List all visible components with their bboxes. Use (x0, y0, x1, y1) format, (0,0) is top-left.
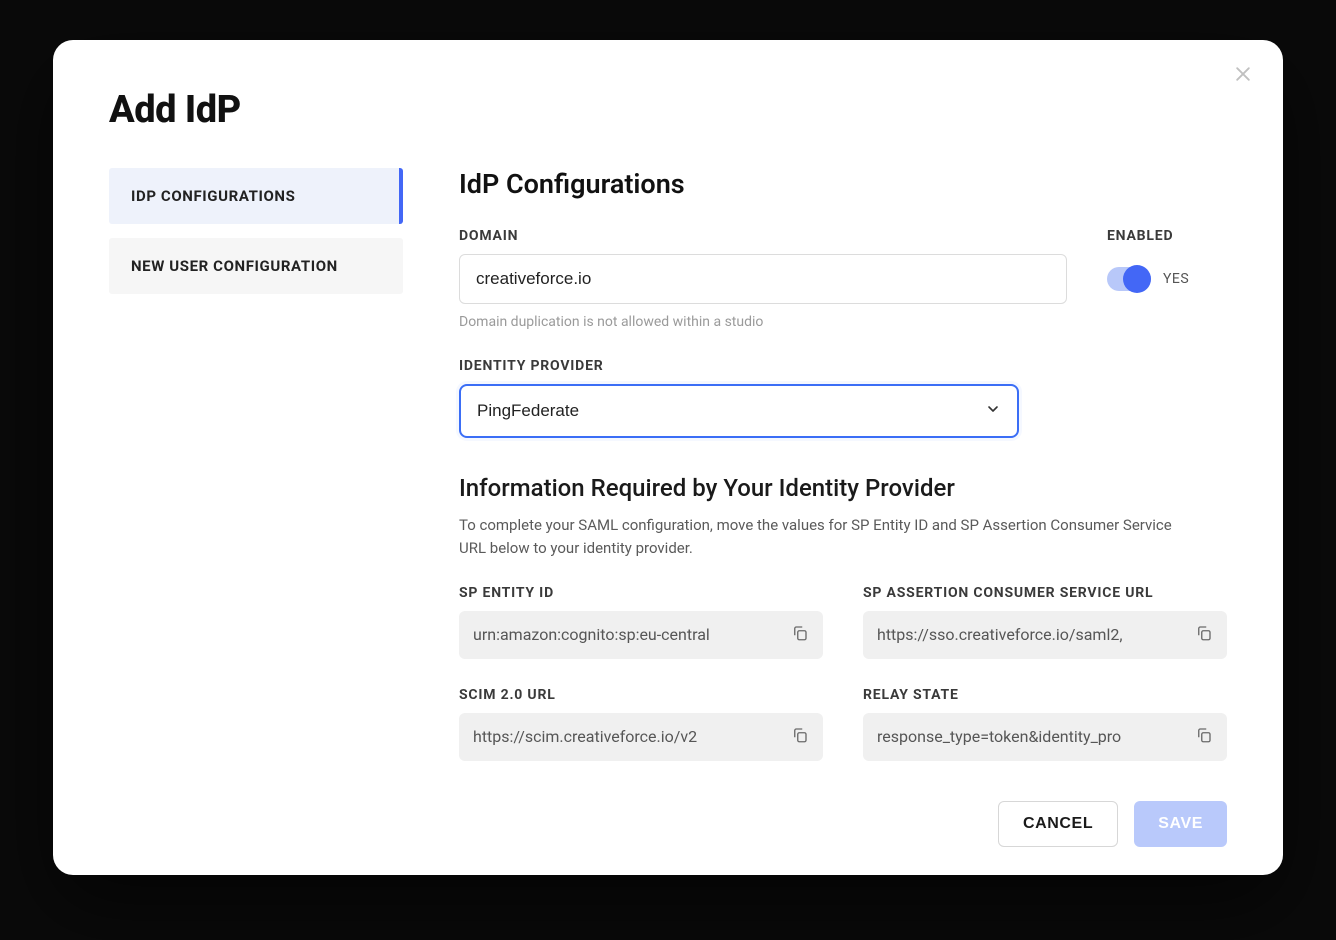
field-label: RELAY STATE (863, 687, 1227, 703)
enabled-toggle[interactable] (1107, 267, 1151, 291)
domain-input[interactable] (459, 254, 1067, 304)
close-icon (1233, 64, 1253, 88)
domain-helper-text: Domain duplication is not allowed within… (459, 314, 1067, 330)
copy-button[interactable] (785, 620, 815, 650)
add-idp-modal: Add IdP IDP CONFIGURATIONS NEW USER CONF… (53, 40, 1283, 875)
sp-entity-id-field: SP ENTITY ID urn:amazon:cognito:sp:eu-ce… (459, 585, 823, 659)
field-label: SCIM 2.0 URL (459, 687, 823, 703)
copy-icon (1195, 726, 1213, 748)
copy-icon (791, 624, 809, 646)
subsection-description: To complete your SAML configuration, mov… (459, 514, 1199, 561)
enabled-label: ENABLED (1107, 228, 1227, 244)
enabled-text: YES (1163, 271, 1189, 287)
main-content: IdP Configurations DOMAIN Domain duplica… (459, 168, 1227, 761)
subsection-title: Information Required by Your Identity Pr… (459, 474, 1227, 502)
copy-button[interactable] (785, 722, 815, 752)
modal-footer: CANCEL SAVE (998, 801, 1227, 847)
field-label: SP ASSERTION CONSUMER SERVICE URL (863, 585, 1227, 601)
sp-entity-id-value: urn:amazon:cognito:sp:eu-central (473, 625, 777, 644)
tab-new-user-configuration[interactable]: NEW USER CONFIGURATION (109, 238, 403, 294)
copy-button[interactable] (1189, 722, 1219, 752)
page-title: Add IdP (109, 88, 1227, 132)
scim-url-value: https://scim.creativeforce.io/v2 (473, 727, 777, 746)
sp-acs-url-field: SP ASSERTION CONSUMER SERVICE URL https:… (863, 585, 1227, 659)
sidebar-tabs: IDP CONFIGURATIONS NEW USER CONFIGURATIO… (109, 168, 403, 761)
scim-url-field: SCIM 2.0 URL https://scim.creativeforce.… (459, 687, 823, 761)
sp-acs-url-value: https://sso.creativeforce.io/saml2, (877, 625, 1181, 644)
toggle-thumb (1123, 265, 1151, 293)
cancel-button[interactable]: CANCEL (998, 801, 1118, 847)
close-button[interactable] (1229, 62, 1257, 90)
tab-label: IDP CONFIGURATIONS (131, 187, 295, 205)
relay-state-field: RELAY STATE response_type=token&identity… (863, 687, 1227, 761)
domain-label: DOMAIN (459, 228, 1067, 244)
save-button[interactable]: SAVE (1134, 801, 1227, 847)
section-title: IdP Configurations (459, 168, 1227, 200)
tab-label: NEW USER CONFIGURATION (131, 257, 338, 275)
tab-idp-configurations[interactable]: IDP CONFIGURATIONS (109, 168, 403, 224)
identity-provider-label: IDENTITY PROVIDER (459, 358, 1019, 374)
copy-button[interactable] (1189, 620, 1219, 650)
copy-icon (791, 726, 809, 748)
relay-state-value: response_type=token&identity_pro (877, 727, 1181, 746)
identity-provider-select[interactable] (459, 384, 1019, 438)
field-label: SP ENTITY ID (459, 585, 823, 601)
copy-icon (1195, 624, 1213, 646)
